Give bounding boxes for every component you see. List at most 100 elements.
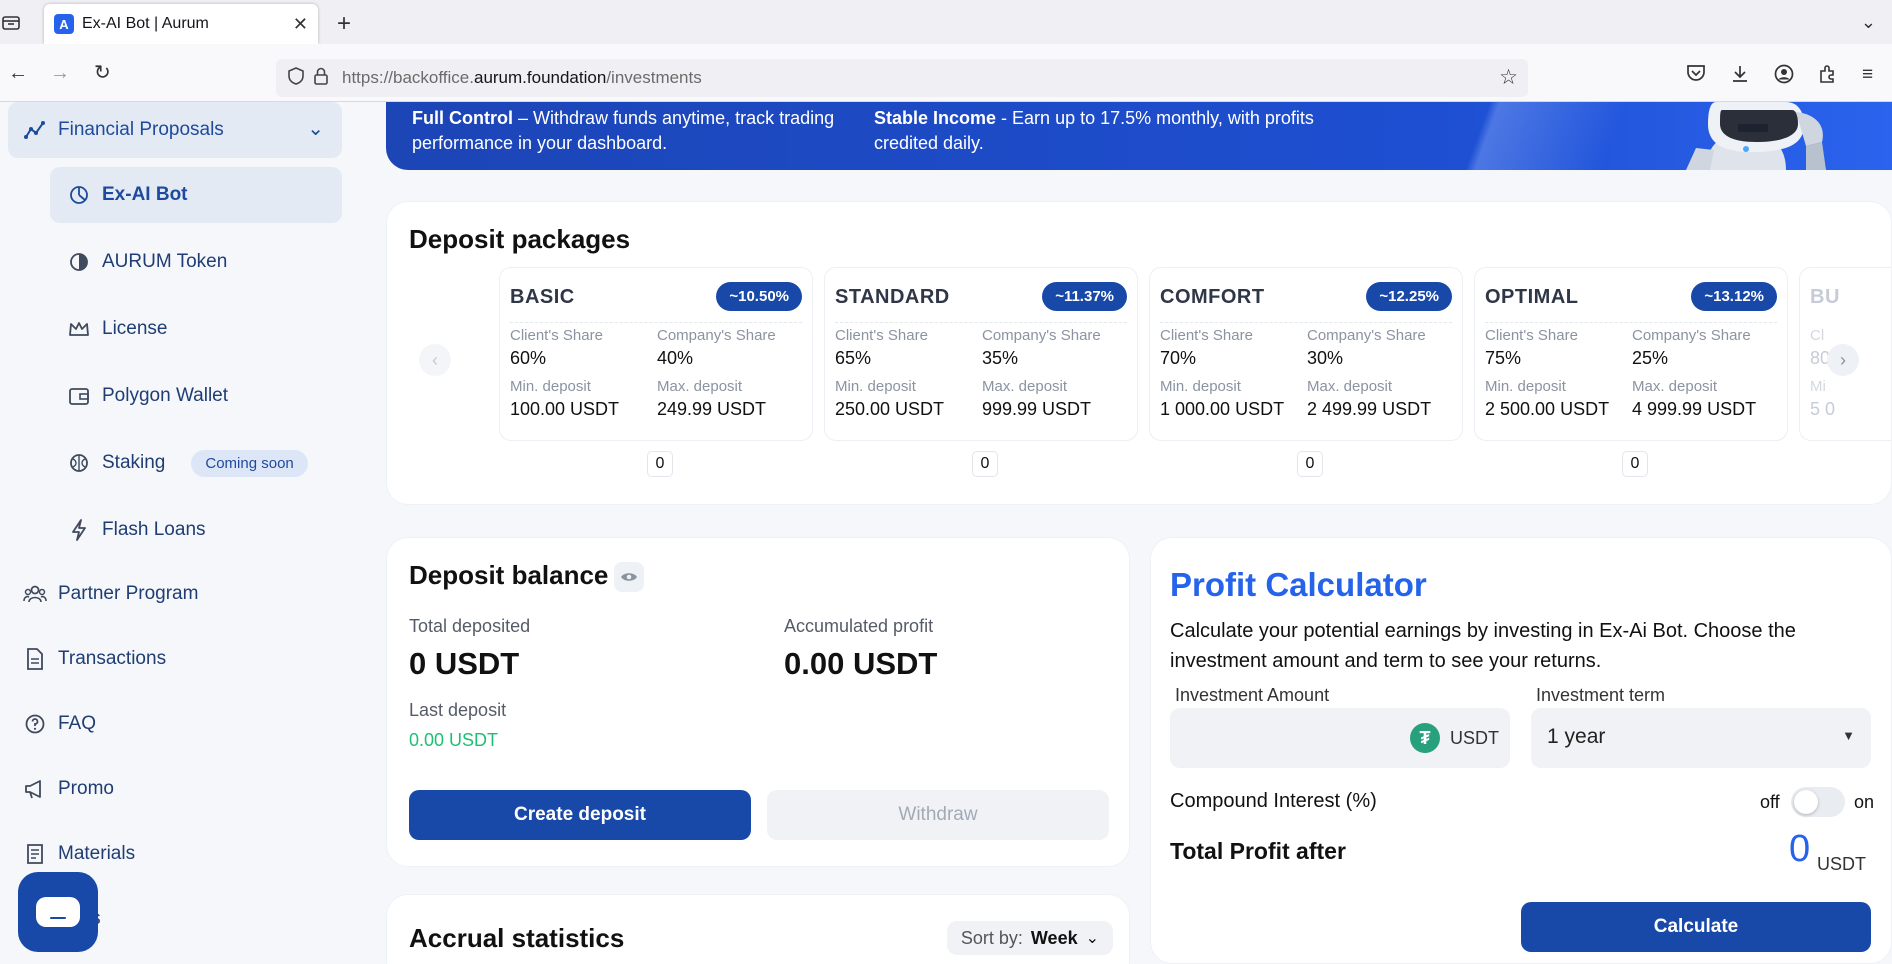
sidebar-item-partner-program[interactable]: Partner Program xyxy=(22,574,198,614)
package-count-basic: 0 xyxy=(647,451,673,477)
downloads-icon[interactable] xyxy=(1730,64,1750,90)
chat-support-button[interactable] xyxy=(18,872,98,952)
extensions-icon[interactable] xyxy=(1818,64,1838,90)
banner-stable-income-text: - Earn up to 17.5% monthly, with profits xyxy=(996,108,1314,128)
sidebar-item-label: Staking xyxy=(102,452,166,473)
menu-icon[interactable]: ≡ xyxy=(1862,64,1873,86)
compound-interest-toggle[interactable] xyxy=(1791,787,1845,817)
sidebar-item-polygon-wallet[interactable]: Polygon Wallet xyxy=(50,368,342,424)
new-tab-icon[interactable]: + xyxy=(337,10,351,38)
last-deposit-value: 0.00 USDT xyxy=(409,730,499,750)
tracking-shield-icon[interactable] xyxy=(284,66,308,90)
sidebar-item-materials[interactable]: Materials xyxy=(22,834,135,874)
account-icon[interactable] xyxy=(1774,64,1794,90)
deposit-packages-title: Deposit packages xyxy=(409,224,631,254)
lock-icon[interactable] xyxy=(308,67,334,90)
sidebar-item-aurum-token[interactable]: AURUM Token xyxy=(50,234,342,290)
token-icon xyxy=(66,249,92,275)
staking-icon xyxy=(66,450,92,476)
forward-icon[interactable]: → xyxy=(50,62,70,85)
total-deposited-label: Total deposited xyxy=(409,616,531,636)
divider xyxy=(1485,322,1777,323)
sidebar-item-label: Ex-AI Bot xyxy=(102,184,188,205)
calculate-button[interactable]: Calculate xyxy=(1521,902,1871,952)
max-deposit-value: 4 999.99 USDT xyxy=(1632,399,1757,419)
company-share-label: Company's Share xyxy=(657,327,776,344)
max-deposit-label: Max. deposit xyxy=(1307,378,1393,395)
toggle-on-label: on xyxy=(1854,792,1875,812)
sidebar-item-label: Partner Program xyxy=(58,583,199,604)
investment-amount-input[interactable]: ₮ USDT xyxy=(1170,708,1510,768)
min-deposit-value: 250.00 USDT xyxy=(835,399,945,419)
package-card-comfort[interactable]: COMFORT ~12.25% Client's Share Company's… xyxy=(1149,267,1463,441)
banner-stable-income-line2: credited daily. xyxy=(874,133,984,153)
sidebar-item-label: Transactions xyxy=(58,648,167,669)
browser-tabbar: A Ex-AI Bot | Aurum ✕ + ⌄ xyxy=(0,0,1892,44)
client-share-label: Client's Share xyxy=(1485,327,1578,344)
min-deposit-value: 5 0 xyxy=(1810,399,1836,419)
reload-icon[interactable]: ↻ xyxy=(94,60,111,85)
investment-amount-label: Investment Amount xyxy=(1175,685,1330,705)
package-card-optimal[interactable]: OPTIMAL ~13.12% Client's Share Company's… xyxy=(1474,267,1788,441)
package-name: BU xyxy=(1810,286,1840,308)
total-profit-label: Total Profit after xyxy=(1170,838,1346,864)
dropdown-arrow-icon: ▼ xyxy=(1842,728,1855,743)
url-text: https://backoffice.aurum.foundation/inve… xyxy=(342,68,702,88)
min-deposit-value: 100.00 USDT xyxy=(510,399,620,419)
profit-calculator-description: Calculate your potential earnings by inv… xyxy=(1170,620,1796,672)
package-card-standard[interactable]: STANDARD ~11.37% Client's Share Company'… xyxy=(824,267,1138,441)
sort-by-dropdown[interactable]: Sort by: Week ⌄ xyxy=(946,921,1113,955)
create-deposit-button[interactable]: Create deposit xyxy=(409,790,751,840)
sidebar-item-faq[interactable]: FAQ xyxy=(22,704,96,744)
pie-chart-icon xyxy=(66,182,92,208)
close-tab-icon[interactable]: ✕ xyxy=(293,14,308,35)
sidebar-item-label: Financial Proposals xyxy=(58,119,224,140)
chart-line-icon xyxy=(22,117,48,143)
url-bar[interactable]: https://backoffice.aurum.foundation/inve… xyxy=(276,59,1528,97)
sidebar-item-transactions[interactable]: Transactions xyxy=(22,639,166,679)
sidebar-item-label: Materials xyxy=(58,843,136,864)
sidebar-item-ex-ai-bot[interactable]: Ex-AI Bot xyxy=(50,167,342,223)
client-share-value: 70% xyxy=(1160,348,1197,368)
company-share-label: Company's Share xyxy=(1307,327,1426,344)
company-share-value: 30% xyxy=(1307,348,1344,368)
package-name: COMFORT xyxy=(1160,286,1265,308)
package-rate-badge: ~10.50% xyxy=(716,282,802,311)
toggle-knob xyxy=(1794,790,1818,814)
carousel-next-button[interactable]: › xyxy=(1827,344,1859,376)
lightning-icon xyxy=(66,517,92,543)
compound-interest-label: Compound Interest (%) xyxy=(1170,790,1377,812)
profit-calculator-title: Profit Calculator xyxy=(1170,566,1427,603)
package-name: STANDARD xyxy=(835,286,950,308)
sidebar-item-label: Polygon Wallet xyxy=(102,385,229,406)
accrual-statistics-title: Accrual statistics xyxy=(409,923,625,953)
sidebar-item-flash-loans[interactable]: Flash Loans xyxy=(50,502,342,558)
sidebar-item-staking[interactable]: Staking Coming soon xyxy=(50,435,342,491)
package-card-basic[interactable]: BASIC ~10.50% Client's Share Company's S… xyxy=(499,267,813,441)
sidebar-item-financial-proposals[interactable]: Financial Proposals ⌄ xyxy=(8,102,342,158)
company-share-label: Company's Share xyxy=(982,327,1101,344)
back-icon[interactable]: ← xyxy=(8,62,28,85)
carousel-prev-button[interactable]: ‹ xyxy=(419,344,451,376)
withdraw-button[interactable]: Withdraw xyxy=(767,790,1109,840)
min-deposit-label: Min. deposit xyxy=(1485,378,1566,395)
sort-by-label: Sort by: xyxy=(960,927,1023,948)
browser-tab-active[interactable]: A Ex-AI Bot | Aurum ✕ xyxy=(44,4,318,44)
scroll-icon xyxy=(22,841,48,867)
profit-calculator-card: Profit Calculator Calculate your potenti… xyxy=(1150,537,1892,964)
tab-list-icon[interactable] xyxy=(2,14,22,32)
sidebar-item-promo[interactable]: Promo xyxy=(22,769,114,809)
pocket-icon[interactable] xyxy=(1686,64,1706,88)
currency-label: USDT xyxy=(1450,728,1499,748)
investment-term-select[interactable]: 1 year ▼ xyxy=(1531,708,1871,768)
package-count-comfort: 0 xyxy=(1297,451,1323,477)
coming-soon-badge: Coming soon xyxy=(191,449,308,477)
sidebar-item-label: License xyxy=(102,318,168,339)
sidebar-item-license[interactable]: License xyxy=(50,301,342,357)
bookmark-star-icon[interactable]: ☆ xyxy=(1499,65,1518,90)
eye-icon[interactable] xyxy=(614,562,644,592)
deposit-packages-card: Deposit packages ‹ BASIC ~10.50% Client'… xyxy=(386,201,1892,505)
sidebar: Financial Proposals ⌄ Ex-AI Bot AURUM To… xyxy=(0,102,370,964)
megaphone-icon xyxy=(22,776,48,802)
list-all-tabs-icon[interactable]: ⌄ xyxy=(1861,12,1876,33)
